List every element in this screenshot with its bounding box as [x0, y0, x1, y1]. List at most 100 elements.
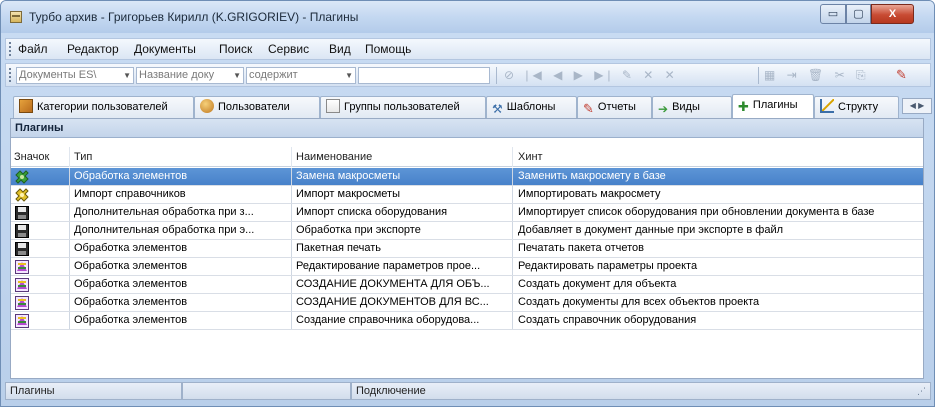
- views-icon: ➔: [658, 102, 669, 116]
- cell-hint[interactable]: Добавляет в документ данные при экспорте…: [518, 224, 922, 236]
- cell-hint[interactable]: Импортировать макросмету: [518, 188, 922, 200]
- cell-name[interactable]: СОЗДАНИЕ ДОКУМЕНТОВ ДЛЯ ВС...: [296, 296, 510, 308]
- table-row[interactable]: Импорт справочников Импорт макросметы Импо…: [11, 186, 923, 204]
- app-icon[interactable]: [10, 11, 22, 23]
- cell-hint[interactable]: Редактировать параметры проекта: [518, 260, 922, 272]
- cell-hint[interactable]: Создать справочник оборудования: [518, 314, 922, 326]
- tab-label: Категории пользователей: [37, 101, 168, 113]
- table-row[interactable]: Дополнительная обработка при з... Импорт …: [11, 204, 923, 222]
- column-header-name[interactable]: Наименование: [296, 151, 372, 163]
- title-bar[interactable]: Турбо архив - Григорьев Кирилл (K.GRIGOR…: [1, 1, 934, 33]
- cell-hint[interactable]: Создать документ для объекта: [518, 278, 922, 290]
- tab-reports[interactable]: ✎ Отчеты: [577, 96, 652, 118]
- resize-grip-icon[interactable]: ⋰: [917, 386, 926, 397]
- cell-hint[interactable]: Печатать пакета отчетов: [518, 242, 922, 254]
- document-type-value: Документы ES\: [19, 69, 97, 81]
- tab-scroll-buttons[interactable]: ◀ ▶: [902, 98, 932, 114]
- cell-divider: [291, 204, 292, 222]
- cell-name[interactable]: Импорт макросметы: [296, 188, 510, 200]
- cell-type[interactable]: Обработка элементов: [74, 314, 288, 326]
- table-row[interactable]: Дополнительная обработка при э... Обработ…: [11, 222, 923, 240]
- plugin-script-icon: [14, 295, 30, 311]
- chevron-down-icon: ▼: [233, 71, 241, 80]
- edit-action-icons[interactable]: ▦ ⇥ 🗑 ✂ ⎘: [764, 68, 870, 83]
- tab-user-groups[interactable]: Группы пользователей: [320, 96, 486, 118]
- app-window: Турбо архив - Григорьев Кирилл (K.GRIGOR…: [0, 0, 935, 407]
- cell-type[interactable]: Дополнительная обработка при э...: [74, 224, 288, 236]
- table-row[interactable]: Обработка элементов Создание справочника …: [11, 312, 923, 330]
- cell-type[interactable]: Обработка элементов: [74, 242, 288, 254]
- toolbar-grip[interactable]: [9, 68, 12, 82]
- tab-users[interactable]: Пользователи: [194, 96, 320, 118]
- table-row[interactable]: Обработка элементов Пакетная печать Печата…: [11, 240, 923, 258]
- condition-combo[interactable]: содержит ▼: [246, 67, 356, 84]
- users-icon: [200, 99, 214, 113]
- cell-divider: [512, 186, 513, 204]
- plugin-script-icon: [14, 259, 30, 275]
- field-name-combo[interactable]: Название доку ▼: [136, 67, 244, 84]
- plugins-icon: ✚: [738, 99, 749, 114]
- cell-type[interactable]: Дополнительная обработка при з...: [74, 206, 288, 218]
- close-button[interactable]: X: [871, 4, 914, 24]
- cell-divider: [291, 258, 292, 276]
- tab-plugins[interactable]: ✚ Плагины: [732, 94, 814, 118]
- cell-type[interactable]: Обработка элементов: [74, 296, 288, 308]
- cell-type[interactable]: Обработка элементов: [74, 170, 288, 182]
- menu-file[interactable]: Файл: [18, 42, 48, 56]
- minimize-button[interactable]: ▭: [820, 4, 846, 24]
- cell-name[interactable]: Редактирование параметров прое...: [296, 260, 510, 272]
- tab-views[interactable]: ➔ Виды: [652, 96, 732, 118]
- document-type-combo[interactable]: Документы ES\ ▼: [16, 67, 134, 84]
- cell-hint[interactable]: Создать документы для всех объектов прое…: [518, 296, 922, 308]
- tab-label: Группы пользователей: [344, 101, 460, 113]
- cell-name[interactable]: СОЗДАНИЕ ДОКУМЕНТА ДЛЯ ОБЪ...: [296, 278, 510, 290]
- column-header-type[interactable]: Тип: [74, 151, 92, 163]
- cell-divider: [291, 222, 292, 240]
- green-gear-icon: [14, 169, 30, 185]
- cell-divider: [291, 168, 292, 186]
- tab-user-categories[interactable]: Категории пользователей: [13, 96, 194, 118]
- condition-value: содержит: [249, 69, 298, 81]
- tab-templates[interactable]: ⚒ Шаблоны: [486, 96, 577, 118]
- cell-divider: [69, 204, 70, 222]
- cell-name[interactable]: Замена макросметы: [296, 170, 510, 182]
- table-row[interactable]: Обработка элементов СОЗДАНИЕ ДОКУМЕНТА ДЛ…: [11, 276, 923, 294]
- record-navigation-icons[interactable]: ⊘ |◀ ◀ ▶ ▶| ✎ ✕ ✕: [504, 68, 679, 82]
- column-header-icon[interactable]: Значок: [14, 151, 49, 163]
- table-row[interactable]: Обработка элементов Редактирование параме…: [11, 258, 923, 276]
- plugin-script-icon: [14, 313, 30, 329]
- cell-name[interactable]: Пакетная печать: [296, 242, 510, 254]
- cell-type[interactable]: Обработка элементов: [74, 278, 288, 290]
- cell-name[interactable]: Импорт списка оборудования: [296, 206, 510, 218]
- menu-help[interactable]: Помощь: [365, 42, 411, 56]
- search-value-input[interactable]: [358, 67, 490, 84]
- menu-service[interactable]: Сервис: [268, 42, 309, 56]
- tab-structure[interactable]: Структу: [814, 96, 899, 118]
- table-row[interactable]: Обработка элементов СОЗДАНИЕ ДОКУМЕНТОВ Д…: [11, 294, 923, 312]
- cell-type[interactable]: Импорт справочников: [74, 188, 288, 200]
- cell-name[interactable]: Создание справочника оборудова...: [296, 314, 510, 326]
- cell-divider: [291, 186, 292, 204]
- menu-view[interactable]: Вид: [329, 42, 351, 56]
- cell-divider: [69, 312, 70, 330]
- column-header-hint[interactable]: Хинт: [518, 151, 543, 163]
- menu-editor[interactable]: Редактор: [67, 42, 119, 56]
- cell-type[interactable]: Обработка элементов: [74, 260, 288, 272]
- cell-hint[interactable]: Заменить макросмету в базе: [518, 170, 922, 182]
- plugins-panel: Плагины Значок Тип Наименование Хинт Обр…: [10, 118, 924, 379]
- tab-scroll-right-icon[interactable]: ▶: [918, 101, 924, 110]
- pencil-icon[interactable]: ✎: [896, 67, 907, 83]
- cell-name[interactable]: Обработка при экспорте: [296, 224, 510, 236]
- menu-documents[interactable]: Документы: [134, 42, 196, 56]
- tab-scroll-left-icon[interactable]: ◀: [910, 101, 916, 110]
- tab-label: Пользователи: [218, 101, 290, 113]
- maximize-button[interactable]: ▢: [846, 4, 871, 24]
- cell-divider: [69, 240, 70, 258]
- menu-grip[interactable]: [9, 42, 12, 56]
- column-divider: [69, 147, 70, 167]
- cell-divider: [512, 222, 513, 240]
- table-row[interactable]: Обработка элементов Замена макросметы Заме…: [11, 168, 923, 186]
- cell-hint[interactable]: Импортирует список оборудования при обно…: [518, 206, 922, 218]
- menu-search[interactable]: Поиск: [219, 42, 252, 56]
- status-section-connection: Подключение: [351, 382, 931, 400]
